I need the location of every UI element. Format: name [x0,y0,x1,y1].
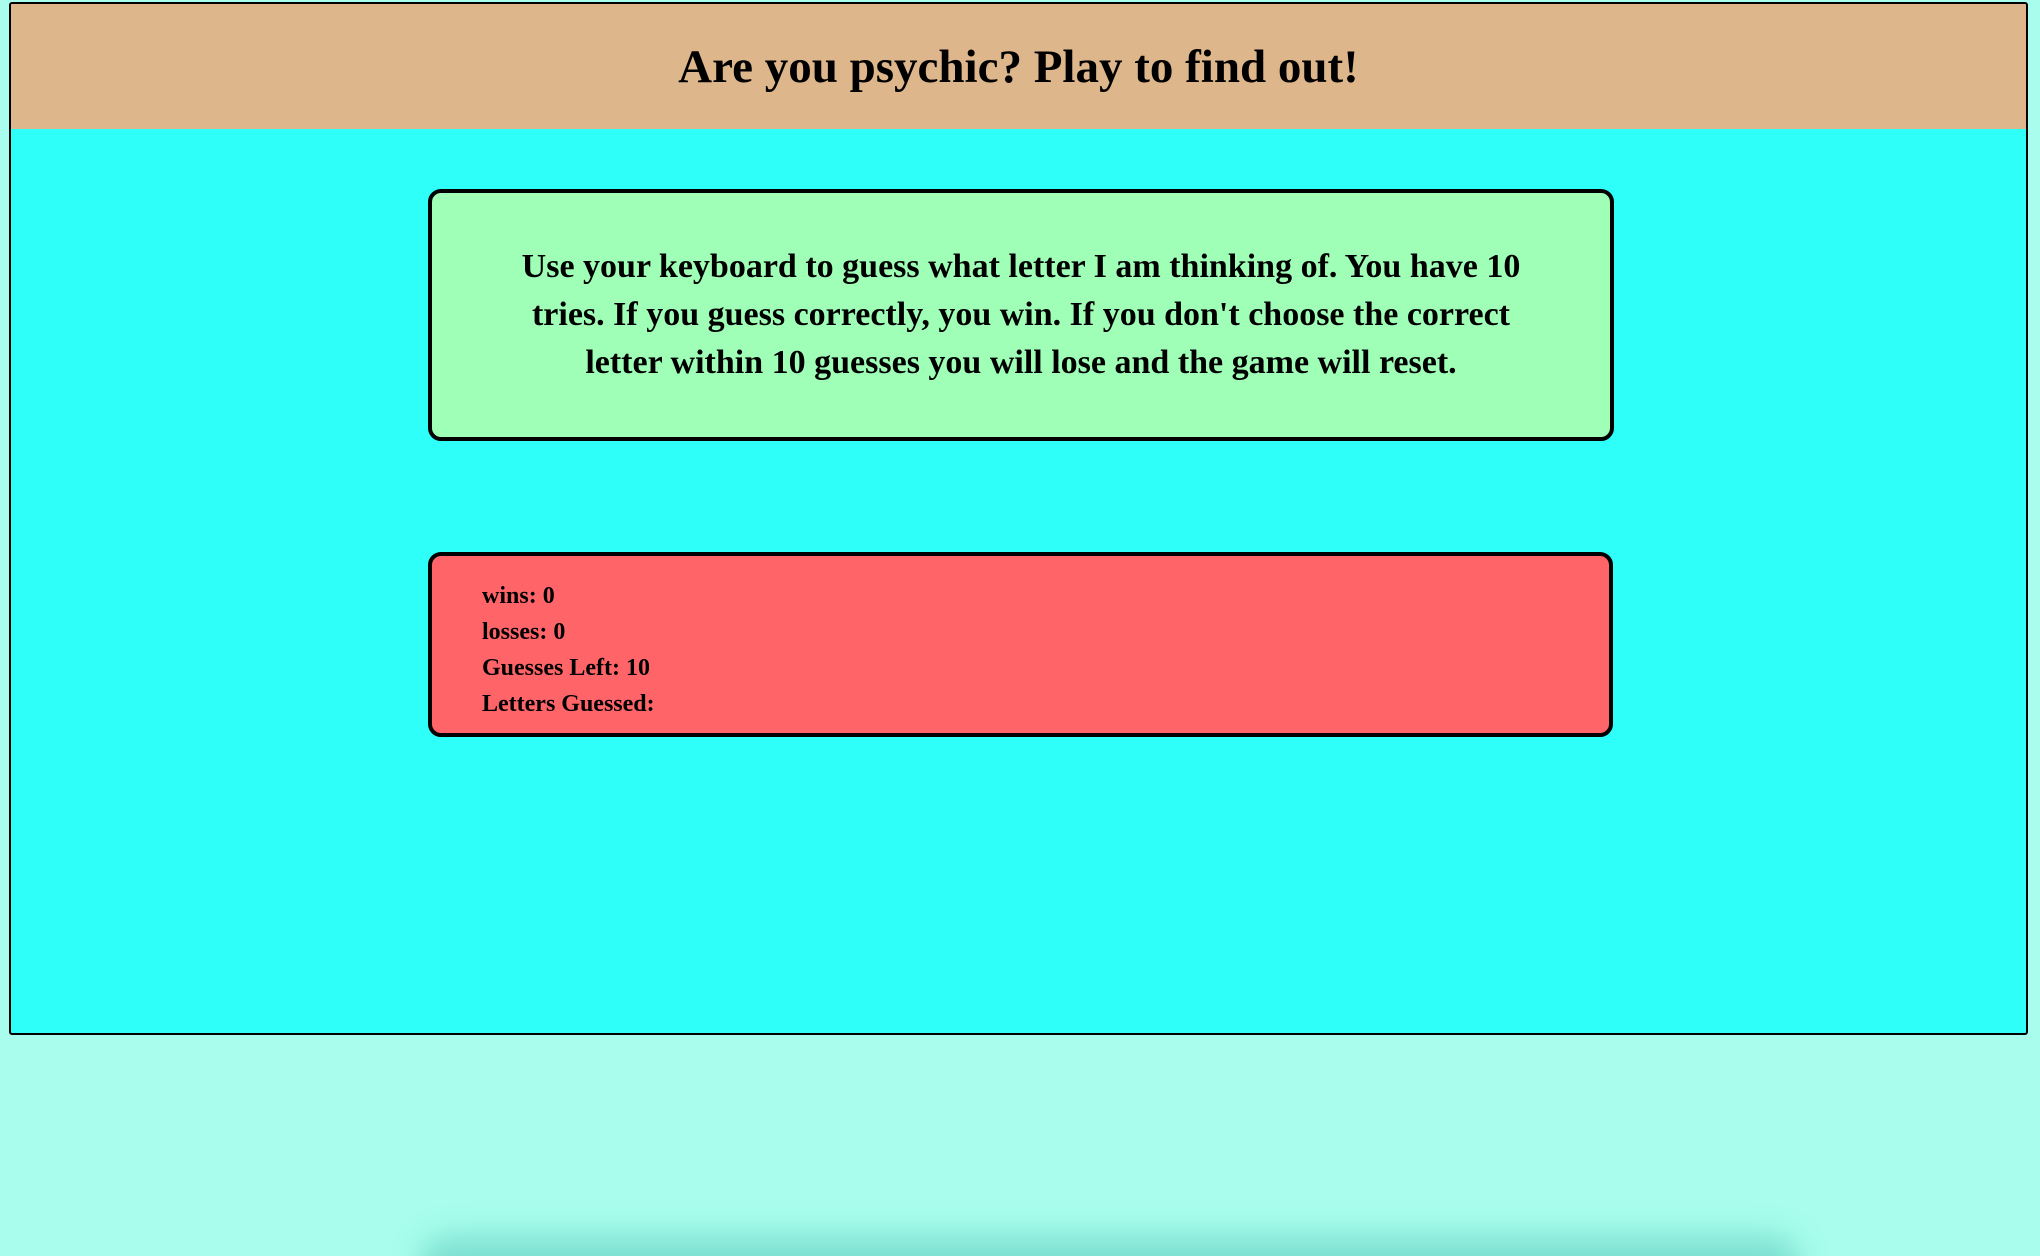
game-container: Are you psychic? Play to find out! Use y… [9,2,2028,1035]
guesses-left-count: 10 [625,655,650,681]
wins-row: wins: 0 [482,578,1609,614]
header-banner: Are you psychic? Play to find out! [11,4,2026,129]
scoreboard-panel: wins: 0 losses: 0 Guesses Left: 10 Lette… [428,552,1613,737]
wins-label: wins: [482,583,537,609]
instructions-text: Use your keyboard to guess what letter I… [521,248,1521,381]
instructions-panel: Use your keyboard to guess what letter I… [428,189,1614,441]
bottom-shadow [420,1236,1800,1256]
losses-label: losses: [482,619,548,645]
letters-guessed-row: Letters Guessed: [482,686,1609,722]
losses-row: losses: 0 [482,614,1609,650]
wins-count: 0 [542,583,555,609]
page-title: Are you psychic? Play to find out! [678,40,1359,93]
guesses-left-label: Guesses Left: [482,655,620,681]
losses-count: 0 [553,619,566,645]
guesses-left-row: Guesses Left: 10 [482,650,1609,686]
letters-guessed-label: Letters Guessed: [482,691,655,717]
